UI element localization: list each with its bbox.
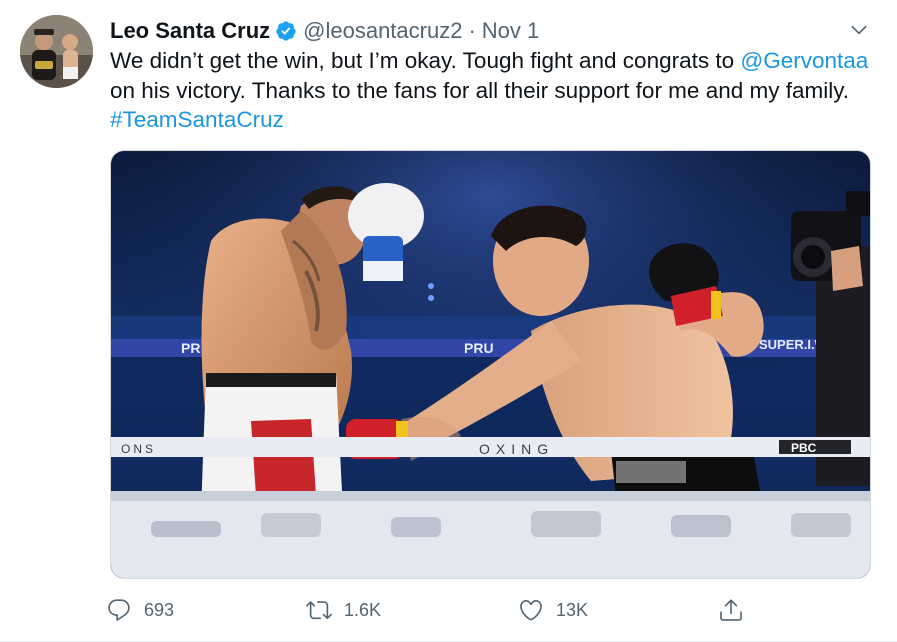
rope-lower-right: PBC xyxy=(791,441,817,455)
like-button[interactable]: 13K xyxy=(518,590,588,630)
rope-text-left: PR xyxy=(181,340,200,356)
avatar-image xyxy=(20,15,93,88)
tweet-text-part: We didn’t get the win, but I’m okay. Tou… xyxy=(110,48,741,73)
rope-lower-mid: OXING xyxy=(479,441,554,457)
retweet-icon xyxy=(306,601,332,620)
reply-icon xyxy=(108,599,130,621)
display-name[interactable]: Leo Santa Cruz xyxy=(110,16,270,46)
tweet-timestamp[interactable]: Nov 1 xyxy=(482,16,539,46)
tweet-menu-button[interactable] xyxy=(843,14,875,46)
share-icon xyxy=(720,599,742,621)
tweet-actions: 693 1.6K 13K xyxy=(106,590,766,630)
separator-dot: · xyxy=(468,18,476,43)
reply-button[interactable]: 693 xyxy=(106,590,174,630)
reply-count: 693 xyxy=(144,599,175,620)
retweet-button[interactable]: 1.6K xyxy=(306,590,381,630)
mention-link[interactable]: @Gervontaa xyxy=(740,48,868,73)
tweet-header: Leo Santa Cruz @leosantacruz2 · Nov 1 xyxy=(110,16,539,46)
avatar[interactable] xyxy=(20,15,93,88)
user-handle[interactable]: @leosantacruz2 xyxy=(303,16,462,46)
share-button[interactable] xyxy=(718,590,744,630)
boxing-photo: PR PRU SUPER.I.WEL ONS OXING PBC xyxy=(111,151,870,578)
tweet-text-part: on his victory. Thanks to the fans for a… xyxy=(110,77,850,103)
tweet-text: We didn’t get the win, but I’m okay. Tou… xyxy=(110,46,880,135)
rope-lower-left: ONS xyxy=(121,442,156,456)
tweet-photo[interactable]: PR PRU SUPER.I.WEL ONS OXING PBC xyxy=(110,150,871,579)
like-count: 13K xyxy=(556,599,589,620)
heart-icon xyxy=(520,599,542,621)
hashtag-link[interactable]: #TeamSantaCruz xyxy=(110,107,284,132)
chevron-down-icon xyxy=(851,25,867,35)
rope-text-mid: PRU xyxy=(464,340,494,356)
tweet-card[interactable]: Leo Santa Cruz @leosantacruz2 · Nov 1 We… xyxy=(0,0,897,642)
retweet-count: 1.6K xyxy=(344,599,382,620)
verified-badge-icon xyxy=(275,20,297,42)
